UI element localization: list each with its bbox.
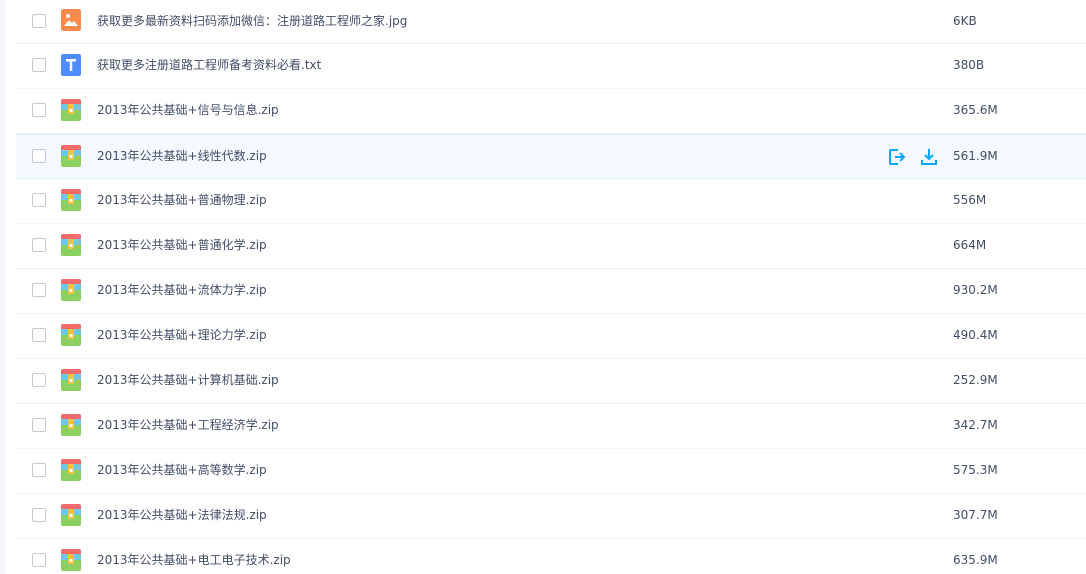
zip-file-icon [61, 459, 81, 481]
file-size: 307.7M [953, 508, 998, 522]
row-checkbox[interactable] [32, 58, 46, 72]
file-name[interactable]: 获取更多最新资料扫码添加微信：注册道路工程师之家.jpg [97, 0, 407, 43]
file-size: 930.2M [953, 283, 998, 297]
file-row[interactable]: 2013年公共基础+信号与信息.zip 365.6M [16, 89, 1086, 134]
file-row[interactable]: 2013年公共基础+理论力学.zip 490.4M [16, 314, 1086, 359]
download-icon[interactable] [919, 147, 939, 167]
row-checkbox[interactable] [32, 328, 46, 342]
row-checkbox[interactable] [32, 283, 46, 297]
file-row[interactable]: 获取更多最新资料扫码添加微信：注册道路工程师之家.jpg 6KB [16, 0, 1086, 44]
file-name[interactable]: 2013年公共基础+理论力学.zip [97, 314, 267, 357]
file-size: 365.6M [953, 103, 998, 117]
zip-file-icon [61, 549, 81, 571]
zip-file-icon [61, 189, 81, 211]
row-checkbox[interactable] [32, 14, 46, 28]
zip-file-icon [61, 234, 81, 256]
left-gutter [0, 0, 6, 574]
zip-file-icon [61, 369, 81, 391]
file-list: 获取更多最新资料扫码添加微信：注册道路工程师之家.jpg 6KB 获取更多注册道… [16, 0, 1086, 574]
image-file-icon [61, 9, 81, 31]
zip-file-icon [61, 324, 81, 346]
row-checkbox[interactable] [32, 553, 46, 567]
file-row-hovered[interactable]: 2013年公共基础+线性代数.zip 561.9M [16, 134, 1086, 179]
file-row[interactable]: 2013年公共基础+普通化学.zip 664M [16, 224, 1086, 269]
file-name[interactable]: 2013年公共基础+信号与信息.zip [97, 89, 279, 132]
file-name[interactable]: 2013年公共基础+工程经济学.zip [97, 404, 279, 447]
file-name[interactable]: 2013年公共基础+法律法规.zip [97, 494, 267, 537]
file-size: 380B [953, 58, 985, 72]
file-row[interactable]: 2013年公共基础+法律法规.zip 307.7M [16, 494, 1086, 539]
zip-file-icon [61, 99, 81, 121]
file-name[interactable]: 2013年公共基础+线性代数.zip [97, 135, 267, 178]
text-file-icon [61, 54, 81, 76]
file-size: 575.3M [953, 463, 998, 477]
row-checkbox[interactable] [32, 149, 46, 163]
file-name[interactable]: 2013年公共基础+普通物理.zip [97, 179, 267, 222]
file-list-page: 获取更多最新资料扫码添加微信：注册道路工程师之家.jpg 6KB 获取更多注册道… [0, 0, 1086, 574]
file-row[interactable]: 2013年公共基础+电工电子技术.zip 635.9M [16, 539, 1086, 574]
file-name[interactable]: 2013年公共基础+计算机基础.zip [97, 359, 279, 402]
file-row[interactable]: 获取更多注册道路工程师备考资料必看.txt 380B [16, 44, 1086, 89]
share-icon[interactable] [887, 147, 907, 167]
file-name[interactable]: 2013年公共基础+电工电子技术.zip [97, 539, 291, 574]
zip-file-icon [61, 504, 81, 526]
file-name[interactable]: 2013年公共基础+高等数学.zip [97, 449, 267, 492]
file-row[interactable]: 2013年公共基础+流体力学.zip 930.2M [16, 269, 1086, 314]
zip-file-icon [61, 145, 81, 167]
row-checkbox[interactable] [32, 508, 46, 522]
zip-file-icon [61, 279, 81, 301]
file-size: 342.7M [953, 418, 998, 432]
file-size: 556M [953, 193, 987, 207]
file-size: 490.4M [953, 328, 998, 342]
row-checkbox[interactable] [32, 103, 46, 117]
file-size: 561.9M [953, 149, 998, 163]
file-row[interactable]: 2013年公共基础+普通物理.zip 556M [16, 179, 1086, 224]
file-row[interactable]: 2013年公共基础+高等数学.zip 575.3M [16, 449, 1086, 494]
row-checkbox[interactable] [32, 238, 46, 252]
row-checkbox[interactable] [32, 463, 46, 477]
row-checkbox[interactable] [32, 373, 46, 387]
file-size: 6KB [953, 14, 977, 28]
file-name[interactable]: 获取更多注册道路工程师备考资料必看.txt [97, 44, 321, 87]
zip-file-icon [61, 414, 81, 436]
row-checkbox[interactable] [32, 418, 46, 432]
file-size: 635.9M [953, 553, 998, 567]
file-size: 664M [953, 238, 987, 252]
file-row[interactable]: 2013年公共基础+工程经济学.zip 342.7M [16, 404, 1086, 449]
row-checkbox[interactable] [32, 193, 46, 207]
file-size: 252.9M [953, 373, 998, 387]
file-row[interactable]: 2013年公共基础+计算机基础.zip 252.9M [16, 359, 1086, 404]
file-name[interactable]: 2013年公共基础+普通化学.zip [97, 224, 267, 267]
file-name[interactable]: 2013年公共基础+流体力学.zip [97, 269, 267, 312]
